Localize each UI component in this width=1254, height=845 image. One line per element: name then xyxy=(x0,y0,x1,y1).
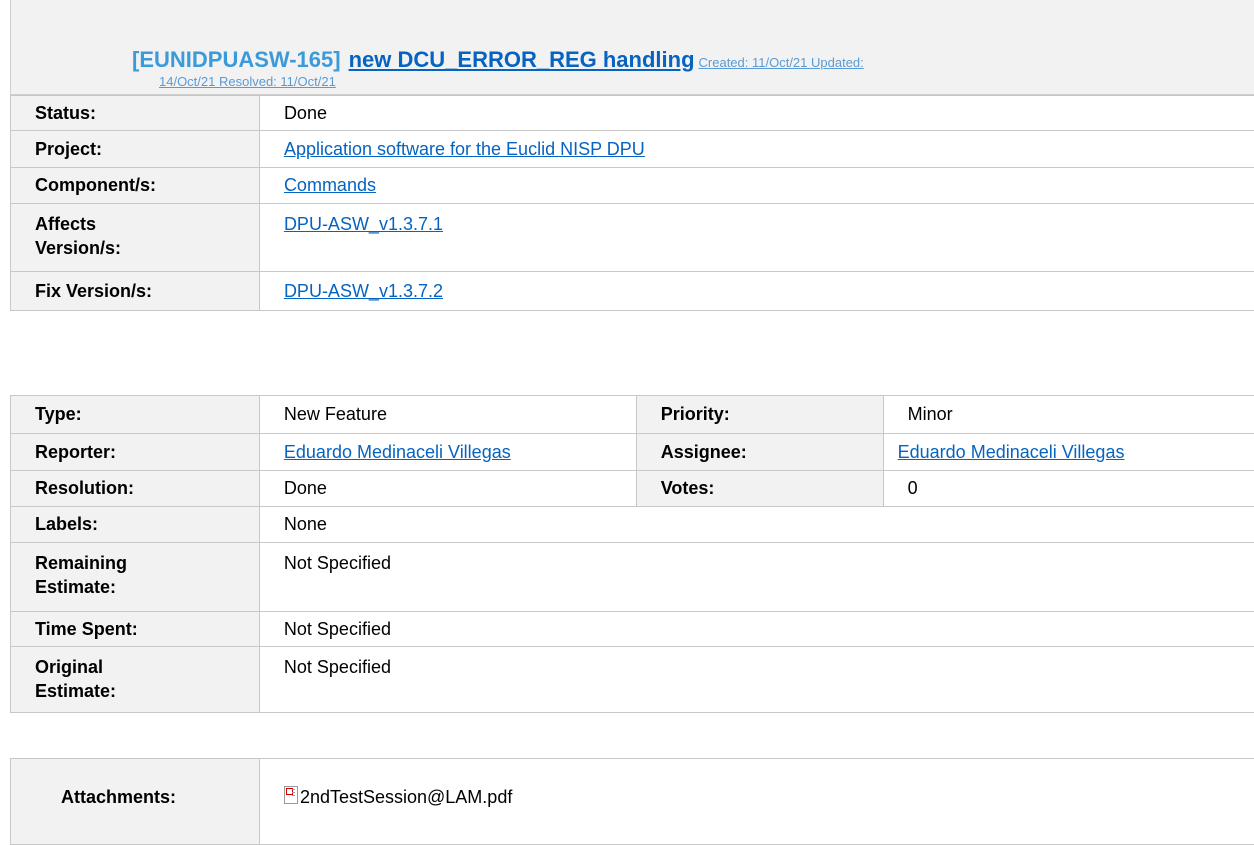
issue-title-link[interactable]: new DCU_ERROR_REG handling xyxy=(349,47,695,72)
fix-version-label: Fix Version/s: xyxy=(11,272,260,311)
table-row: Attachments: 2ndTestSession@LAM.pdf xyxy=(11,759,1254,845)
table-row: Type: New Feature Priority: Minor xyxy=(11,396,1254,434)
table-row: Component/s: Commands xyxy=(11,168,1254,204)
issue-dates-line2: 14/Oct/21 Resolved: 11/Oct/21 xyxy=(159,74,336,89)
attachments-table: Attachments: 2ndTestSession@LAM.pdf xyxy=(10,758,1254,845)
table-row: AffectsVersion/s: DPU-ASW_v1.3.7.1 xyxy=(11,204,1254,272)
issue-dates-line1: Created: 11/Oct/21 Updated: xyxy=(699,55,864,70)
table-row: RemainingEstimate: Not Specified xyxy=(11,543,1254,612)
resolution-value: Done xyxy=(259,471,636,507)
project-label: Project: xyxy=(11,131,260,168)
attachment-item[interactable]: 2ndTestSession@LAM.pdf xyxy=(259,759,1254,845)
status-value: Done xyxy=(259,96,1254,131)
votes-label: Votes: xyxy=(636,471,883,507)
issue-details-table: Status: Done Project: Application softwa… xyxy=(10,95,1254,311)
affects-version-link[interactable]: DPU-ASW_v1.3.7.1 xyxy=(284,214,443,234)
priority-value: Minor xyxy=(883,396,1254,434)
issue-title-line: [EUNIDPUASW-165] new DCU_ERROR_REG handli… xyxy=(132,47,864,73)
reporter-link[interactable]: Eduardo Medinaceli Villegas xyxy=(284,442,511,462)
original-estimate-label: OriginalEstimate: xyxy=(11,647,260,713)
project-link[interactable]: Application software for the Euclid NISP… xyxy=(284,139,645,159)
priority-label: Priority: xyxy=(636,396,883,434)
attachments-label: Attachments: xyxy=(11,759,260,845)
table-row: Labels: None xyxy=(11,507,1254,543)
status-label: Status: xyxy=(11,96,260,131)
broken-image-icon xyxy=(284,786,298,804)
resolution-label: Resolution: xyxy=(11,471,260,507)
issue-fields-table: Type: New Feature Priority: Minor Report… xyxy=(10,395,1254,713)
type-value: New Feature xyxy=(259,396,636,434)
issue-key-link[interactable]: [EUNIDPUASW-165] xyxy=(132,47,341,72)
remaining-estimate-value: Not Specified xyxy=(259,543,1254,612)
table-row: Fix Version/s: DPU-ASW_v1.3.7.2 xyxy=(11,272,1254,311)
assignee-label: Assignee: xyxy=(636,434,883,471)
votes-value: 0 xyxy=(883,471,1254,507)
attachment-filename[interactable]: 2ndTestSession@LAM.pdf xyxy=(300,787,512,807)
table-row: Status: Done xyxy=(11,96,1254,131)
table-row: Project: Application software for the Eu… xyxy=(11,131,1254,168)
table-row: Reporter: Eduardo Medinaceli Villegas As… xyxy=(11,434,1254,471)
component-link[interactable]: Commands xyxy=(284,175,376,195)
time-spent-value: Not Specified xyxy=(259,612,1254,647)
affects-version-label: AffectsVersion/s: xyxy=(11,204,260,272)
assignee-link[interactable]: Eduardo Medinaceli Villegas xyxy=(898,442,1125,462)
fix-version-link[interactable]: DPU-ASW_v1.3.7.2 xyxy=(284,281,443,301)
labels-label: Labels: xyxy=(11,507,260,543)
reporter-label: Reporter: xyxy=(11,434,260,471)
table-row: Time Spent: Not Specified xyxy=(11,612,1254,647)
component-label: Component/s: xyxy=(11,168,260,204)
table-row: OriginalEstimate: Not Specified xyxy=(11,647,1254,713)
original-estimate-value: Not Specified xyxy=(259,647,1254,713)
labels-value: None xyxy=(259,507,1254,543)
type-label: Type: xyxy=(11,396,260,434)
issue-header: [EUNIDPUASW-165] new DCU_ERROR_REG handli… xyxy=(10,0,1254,95)
table-row: Resolution: Done Votes: 0 xyxy=(11,471,1254,507)
remaining-estimate-label: RemainingEstimate: xyxy=(11,543,260,612)
time-spent-label: Time Spent: xyxy=(11,612,260,647)
